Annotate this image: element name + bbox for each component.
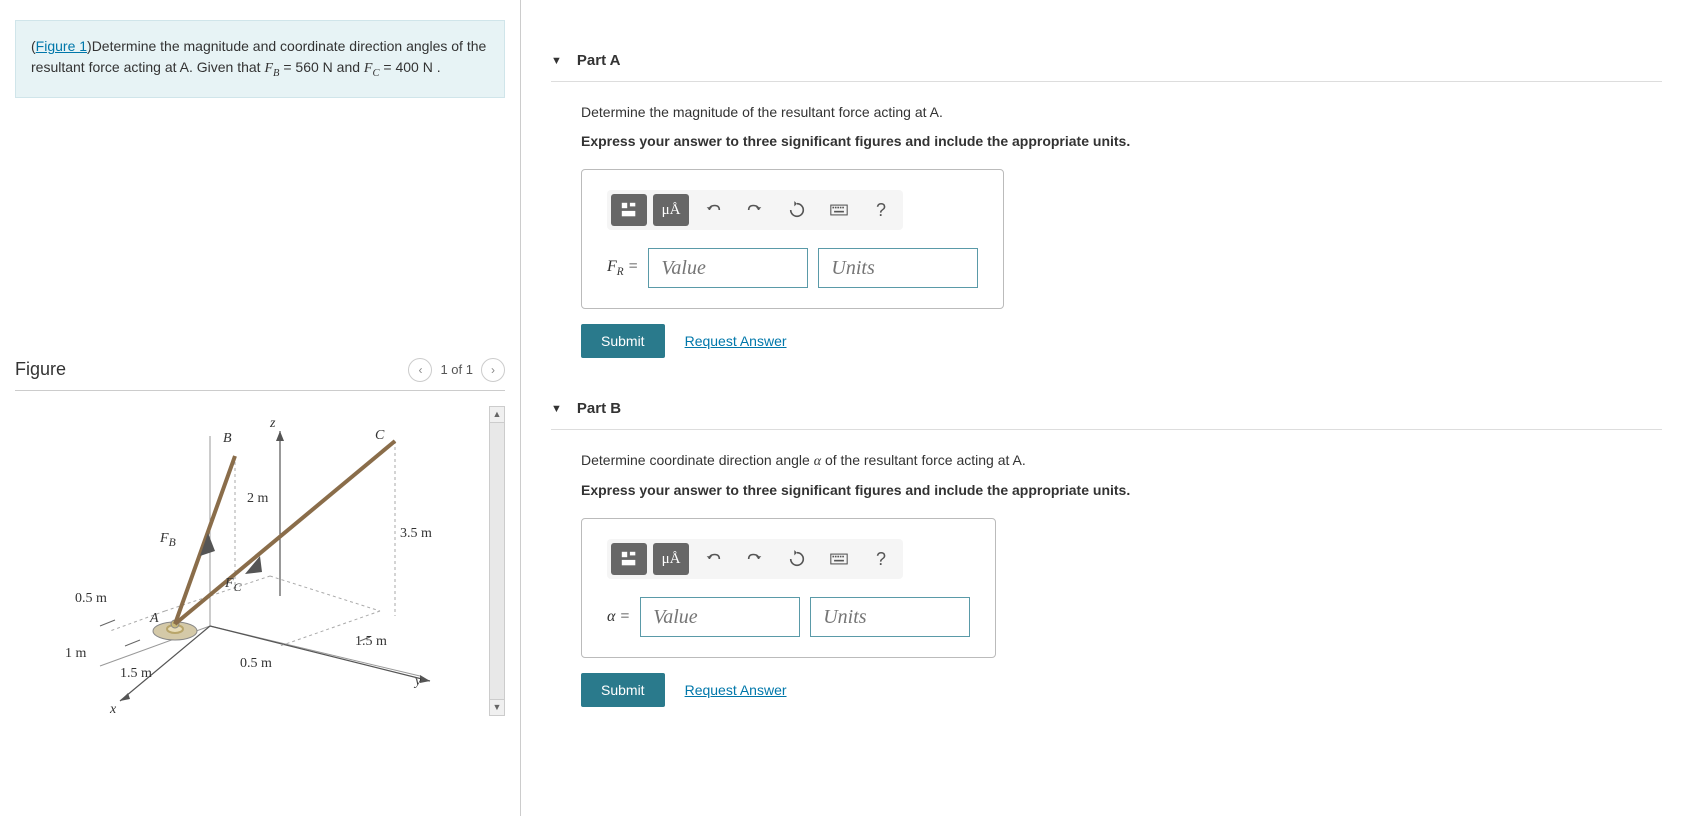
part-b-request-link[interactable]: Request Answer xyxy=(685,682,787,698)
scroll-up-icon[interactable]: ▲ xyxy=(490,407,504,423)
part-a-units-input[interactable] xyxy=(818,248,978,288)
text: = 560 N xyxy=(279,59,332,75)
part-b-answer-box: μÅ ? xyxy=(581,518,996,658)
part-a-bold-instruction: Express your answer to three significant… xyxy=(581,133,1662,149)
part-b-title: Part B xyxy=(577,400,621,417)
text: = 400 N xyxy=(380,59,433,75)
keyboard-button[interactable] xyxy=(821,543,857,575)
label-15m-1: 1.5 m xyxy=(120,666,152,682)
label-z: z xyxy=(270,416,275,432)
part-a-answer-box: μÅ ? xyxy=(581,169,1004,309)
var-fb: FB xyxy=(264,61,279,76)
part-a-submit-button[interactable]: Submit xyxy=(581,324,665,358)
label-05m-2: 0.5 m xyxy=(240,656,272,672)
label-FB: FB xyxy=(160,531,176,549)
figure-title: Figure xyxy=(15,359,66,380)
part-b-toolbar: μÅ ? xyxy=(607,539,903,579)
label-2m: 2 m xyxy=(247,491,268,507)
part-b-submit-button[interactable]: Submit xyxy=(581,673,665,707)
figure-nav: ‹ 1 of 1 › xyxy=(408,358,505,382)
part-b-bold-instruction: Express your answer to three significant… xyxy=(581,482,1662,498)
var-fc: FC xyxy=(364,61,380,76)
label-A: A xyxy=(150,611,159,627)
label-35m: 3.5 m xyxy=(400,526,432,542)
scroll-down-icon[interactable]: ▼ xyxy=(490,699,504,715)
part-a-header[interactable]: ▼ Part A xyxy=(551,40,1662,82)
label-x: x xyxy=(110,702,116,716)
templates-icon xyxy=(620,201,638,219)
part-a-request-link[interactable]: Request Answer xyxy=(685,333,787,349)
caret-down-icon: ▼ xyxy=(551,55,562,67)
caret-down-icon: ▼ xyxy=(551,403,562,415)
reset-button[interactable] xyxy=(779,194,815,226)
help-button[interactable]: ? xyxy=(863,194,899,226)
undo-icon xyxy=(704,550,722,568)
figure-canvas: B C z x y A FB FC 2 m 3.5 m 0.5 m 0.5 m … xyxy=(15,406,505,716)
part-a-var-label: FR = xyxy=(607,258,638,278)
redo-button[interactable] xyxy=(737,194,773,226)
help-button[interactable]: ? xyxy=(863,543,899,575)
figure-count: 1 of 1 xyxy=(440,362,473,377)
label-05m-1: 0.5 m xyxy=(75,591,107,607)
templates-icon xyxy=(620,550,638,568)
keyboard-button[interactable] xyxy=(821,194,857,226)
templates-button[interactable] xyxy=(611,194,647,226)
reset-icon xyxy=(788,550,806,568)
keyboard-icon xyxy=(830,550,848,568)
figure-scrollbar[interactable]: ▲ ▼ xyxy=(489,406,505,716)
part-a-section: ▼ Part A Determine the magnitude of the … xyxy=(551,40,1662,368)
reset-button[interactable] xyxy=(779,543,815,575)
label-15m-2: 1.5 m xyxy=(355,634,387,650)
undo-button[interactable] xyxy=(695,543,731,575)
figure-next-button[interactable]: › xyxy=(481,358,505,382)
part-a-value-input[interactable] xyxy=(648,248,808,288)
figure-prev-button[interactable]: ‹ xyxy=(408,358,432,382)
part-a-title: Part A xyxy=(577,52,621,69)
label-C: C xyxy=(375,428,384,444)
part-b-instruction: Determine coordinate direction angle α o… xyxy=(581,450,1662,472)
part-b-units-input[interactable] xyxy=(810,597,970,637)
part-a-toolbar: μÅ ? xyxy=(607,190,903,230)
part-a-instruction: Determine the magnitude of the resultant… xyxy=(581,102,1662,123)
undo-button[interactable] xyxy=(695,194,731,226)
part-b-header[interactable]: ▼ Part B xyxy=(551,388,1662,430)
undo-icon xyxy=(704,201,722,219)
label-FC: FC xyxy=(225,576,241,594)
redo-icon xyxy=(746,201,764,219)
figure-section: Figure ‹ 1 of 1 › xyxy=(15,358,505,716)
reset-icon xyxy=(788,201,806,219)
redo-button[interactable] xyxy=(737,543,773,575)
part-b-var-label: α = xyxy=(607,608,630,626)
part-b-value-input[interactable] xyxy=(640,597,800,637)
redo-icon xyxy=(746,550,764,568)
label-1m: 1 m xyxy=(65,646,86,662)
figure-link[interactable]: Figure 1 xyxy=(36,38,87,54)
templates-button[interactable] xyxy=(611,543,647,575)
problem-statement: (Figure 1)Determine the magnitude and co… xyxy=(15,20,505,98)
label-y: y xyxy=(415,674,421,690)
label-B: B xyxy=(223,431,232,447)
text: . xyxy=(433,59,441,75)
part-b-section: ▼ Part B Determine coordinate direction … xyxy=(551,388,1662,717)
keyboard-icon xyxy=(830,201,848,219)
text: and xyxy=(333,59,364,75)
symbols-button[interactable]: μÅ xyxy=(653,543,689,575)
symbols-button[interactable]: μÅ xyxy=(653,194,689,226)
